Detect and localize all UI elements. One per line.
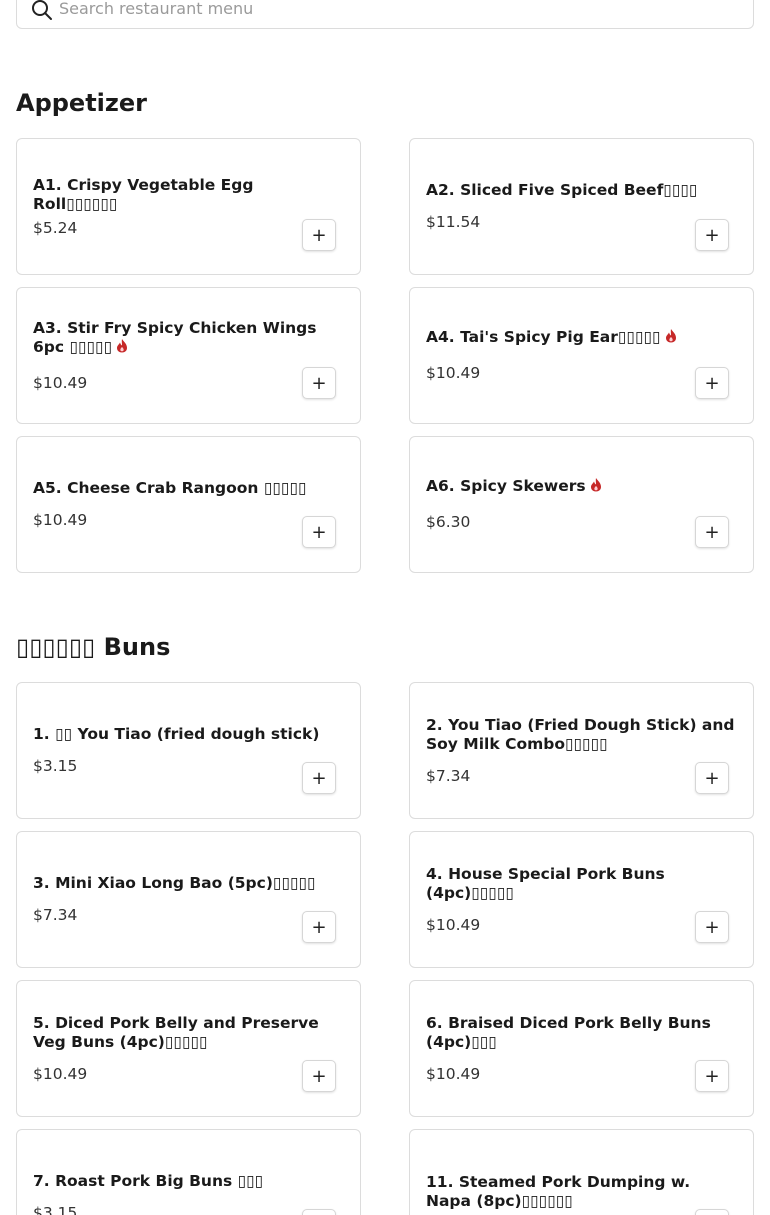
menu-item-name: A3. Stir Fry Spicy Chicken Wings 6pc ▯▯▯… (33, 319, 346, 357)
menu-item-body: A2. Sliced Five Spiced Beef▯▯▯▯ $11.54 (426, 139, 739, 274)
add-item-button[interactable]: + (695, 911, 729, 943)
menu-item-name: A2. Sliced Five Spiced Beef▯▯▯▯ (426, 181, 698, 199)
add-item-button[interactable]: + (302, 1060, 336, 1092)
menu-item-body: A5. Cheese Crab Rangoon ▯▯▯▯▯ $10.49 (33, 437, 346, 572)
menu-item-body: 4. House Special Pork Buns (4pc)▯▯▯▯▯ $1… (426, 832, 739, 967)
menu-item-price: $10.49 (426, 1064, 481, 1083)
menu-item-name-text: A3. Stir Fry Spicy Chicken Wings 6pc ▯▯▯… (33, 318, 317, 356)
menu-item-price: $10.49 (33, 373, 88, 392)
menu-item-card[interactable]: 6. Braised Diced Pork Belly Buns (4pc)▯▯… (409, 980, 754, 1117)
menu-item-card[interactable]: A2. Sliced Five Spiced Beef▯▯▯▯ $11.54 + (409, 138, 754, 275)
chili-icon (665, 329, 676, 343)
section-title-buns: ▯▯▯▯▯▯ Buns (16, 633, 171, 661)
menu-item-card[interactable]: 3. Mini Xiao Long Bao (5pc)▯▯▯▯▯ $7.34 + (16, 831, 361, 968)
search-bar[interactable] (16, 0, 754, 29)
menu-item-price: $5.24 (33, 218, 78, 237)
menu-item-card[interactable]: A1. Crispy Vegetable Egg Roll▯▯▯▯▯▯ $5.2… (16, 138, 361, 275)
menu-item-name-text: A4. Tai's Spicy Pig Ear▯▯▯▯▯ (426, 328, 661, 346)
menu-item-name: A6. Spicy Skewers (426, 477, 739, 496)
add-item-button[interactable]: + (695, 762, 729, 794)
menu-item-name: 5. Diced Pork Belly and Preserve Veg Bun… (33, 1013, 319, 1051)
menu-item-body: 1. ▯▯ You Tiao (fried dough stick) $3.15 (33, 683, 346, 818)
menu-item-name: 6. Braised Diced Pork Belly Buns (4pc)▯▯… (426, 1013, 711, 1051)
menu-item-body: 3. Mini Xiao Long Bao (5pc)▯▯▯▯▯ $7.34 (33, 832, 346, 967)
menu-item-card[interactable]: 7. Roast Pork Big Buns ▯▯▯ $3.15 + (16, 1129, 361, 1215)
menu-item-card[interactable]: A3. Stir Fry Spicy Chicken Wings 6pc ▯▯▯… (16, 287, 361, 424)
chili-icon (590, 478, 601, 492)
menu-item-name-text: A6. Spicy Skewers (426, 477, 586, 495)
menu-item-body: A4. Tai's Spicy Pig Ear▯▯▯▯▯ $10.49 (426, 288, 739, 423)
add-item-button[interactable]: + (695, 516, 729, 548)
menu-item-price: $10.49 (33, 1064, 88, 1083)
menu-item-price: $7.34 (426, 766, 471, 785)
menu-item-body: 7. Roast Pork Big Buns ▯▯▯ $3.15 (33, 1130, 346, 1215)
add-item-button[interactable]: + (302, 1209, 336, 1215)
add-item-button[interactable]: + (302, 762, 336, 794)
menu-item-name: 7. Roast Pork Big Buns ▯▯▯ (33, 1172, 264, 1190)
menu-item-card[interactable]: 5. Diced Pork Belly and Preserve Veg Bun… (16, 980, 361, 1117)
search-icon (32, 0, 52, 20)
add-item-button[interactable]: + (302, 516, 336, 548)
menu-item-name: A1. Crispy Vegetable Egg Roll▯▯▯▯▯▯ (33, 175, 254, 213)
add-item-button[interactable]: + (302, 367, 336, 399)
menu-item-price: $10.49 (33, 511, 88, 529)
menu-page: Appetizer A1. Crispy Vegetable Egg Roll▯… (0, 0, 770, 1215)
menu-item-body: 6. Braised Diced Pork Belly Buns (4pc)▯▯… (426, 981, 739, 1116)
menu-item-card[interactable]: A4. Tai's Spicy Pig Ear▯▯▯▯▯ $10.49 + (409, 287, 754, 424)
menu-item-price: $11.54 (426, 213, 481, 231)
menu-item-price: $3.15 (33, 1204, 78, 1215)
menu-item-card[interactable]: 11. Steamed Pork Dumping w. Napa (8pc)▯▯… (409, 1129, 754, 1215)
menu-item-name: 3. Mini Xiao Long Bao (5pc)▯▯▯▯▯ (33, 874, 316, 892)
menu-item-price: $10.49 (426, 364, 481, 382)
add-item-button[interactable]: + (302, 219, 336, 251)
menu-item-name: A4. Tai's Spicy Pig Ear▯▯▯▯▯ (426, 328, 739, 347)
menu-item-price: $7.34 (33, 906, 78, 924)
menu-item-price: $10.49 (426, 915, 481, 934)
add-item-button[interactable]: + (695, 219, 729, 251)
menu-item-card[interactable]: 2. You Tiao (Fried Dough Stick) and Soy … (409, 682, 754, 819)
menu-item-name: 11. Steamed Pork Dumping w. Napa (8pc)▯▯… (426, 1172, 691, 1210)
menu-item-card[interactable]: A5. Cheese Crab Rangoon ▯▯▯▯▯ $10.49 + (16, 436, 361, 573)
menu-item-price: $6.30 (426, 513, 471, 531)
search-input[interactable] (59, 0, 719, 21)
menu-item-body: A3. Stir Fry Spicy Chicken Wings 6pc ▯▯▯… (33, 288, 346, 423)
add-item-button[interactable]: + (695, 1209, 729, 1215)
menu-item-name: 4. House Special Pork Buns (4pc)▯▯▯▯▯ (426, 864, 665, 902)
menu-item-price: $3.15 (33, 757, 78, 775)
menu-item-card[interactable]: 1. ▯▯ You Tiao (fried dough stick) $3.15… (16, 682, 361, 819)
add-item-button[interactable]: + (695, 1060, 729, 1092)
menu-item-body: 2. You Tiao (Fried Dough Stick) and Soy … (426, 683, 739, 818)
chili-icon (117, 338, 128, 352)
menu-item-body: A6. Spicy Skewers $6.30 (426, 437, 739, 572)
add-item-button[interactable]: + (695, 367, 729, 399)
menu-item-card[interactable]: A6. Spicy Skewers $6.30 + (409, 436, 754, 573)
menu-item-card[interactable]: 4. House Special Pork Buns (4pc)▯▯▯▯▯ $1… (409, 831, 754, 968)
menu-item-body: 11. Steamed Pork Dumping w. Napa (8pc)▯▯… (426, 1130, 739, 1215)
menu-item-name: 1. ▯▯ You Tiao (fried dough stick) (33, 725, 320, 743)
menu-item-name: A5. Cheese Crab Rangoon ▯▯▯▯▯ (33, 479, 307, 497)
menu-item-body: A1. Crispy Vegetable Egg Roll▯▯▯▯▯▯ $5.2… (33, 139, 346, 274)
menu-item-body: 5. Diced Pork Belly and Preserve Veg Bun… (33, 981, 346, 1116)
add-item-button[interactable]: + (302, 911, 336, 943)
section-title-appetizer: Appetizer (16, 89, 147, 117)
menu-item-name: 2. You Tiao (Fried Dough Stick) and Soy … (426, 715, 735, 753)
